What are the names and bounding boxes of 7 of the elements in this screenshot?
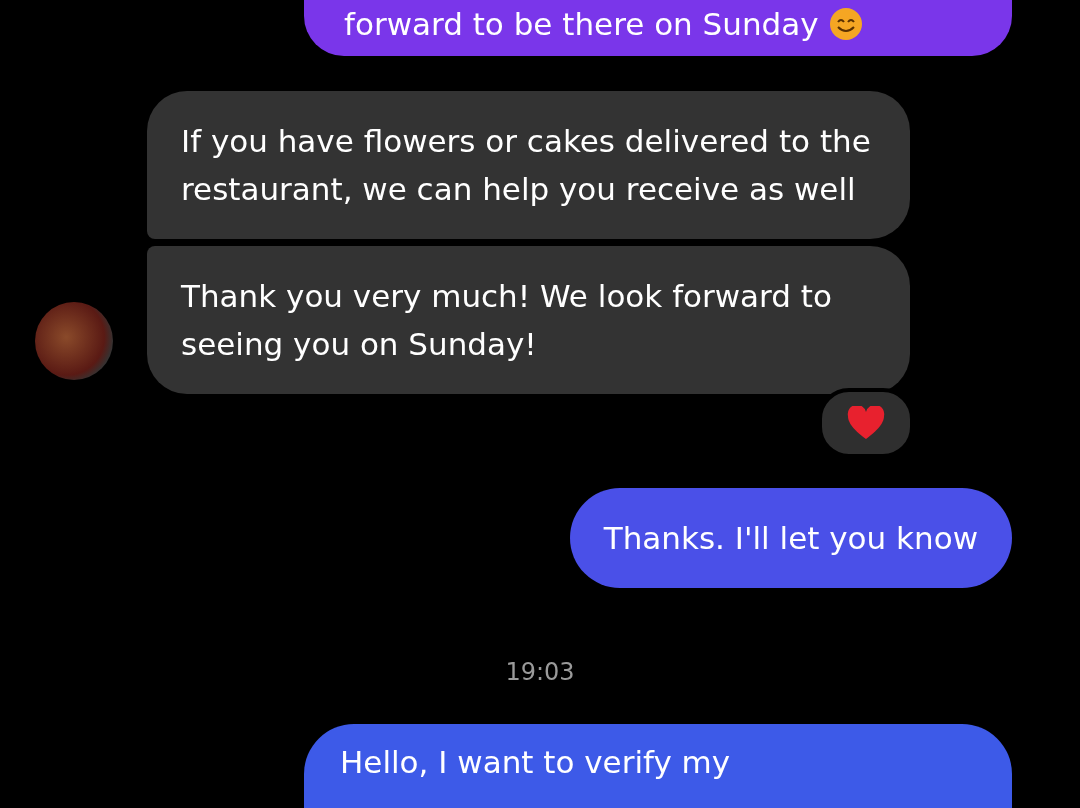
message-text: Hello, I want to verify my xyxy=(340,743,731,782)
message-text: forward to be there on Sunday xyxy=(344,5,819,44)
heart-icon xyxy=(847,406,885,440)
message-text: Thanks. I'll let you know xyxy=(603,519,978,558)
received-message-bubble: Thank you very much! We look forward to seeing you on Sunday! xyxy=(147,246,910,394)
timestamp: 19:03 xyxy=(505,658,575,686)
received-message-bubble: If you have flowers or cakes delivered to the restaurant, we can help you receive as well xyxy=(147,91,910,239)
